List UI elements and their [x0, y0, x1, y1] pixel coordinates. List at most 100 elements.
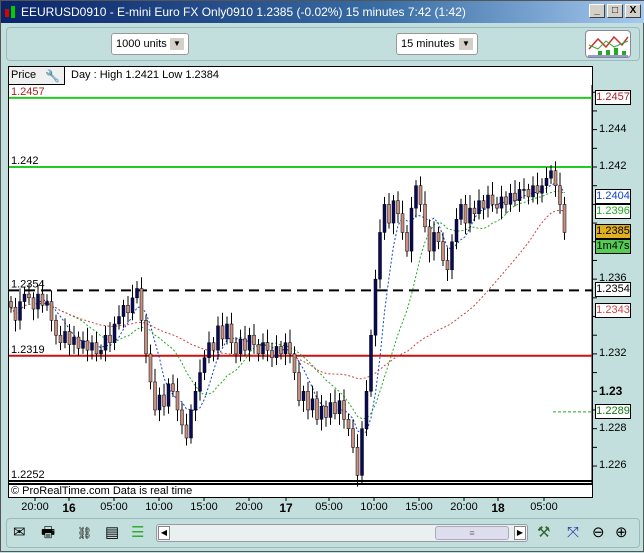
candle-body [526, 189, 531, 198]
price-marker-label: 1.2354 [595, 282, 631, 298]
candle-body [144, 320, 148, 355]
candle-body [103, 334, 108, 351]
time-axis-label: 05:00 [315, 501, 343, 513]
chart-settings-icon[interactable]: ⚒ [537, 524, 550, 542]
candle-body [531, 185, 535, 198]
candle-body [558, 185, 562, 205]
minimize-button[interactable]: _ [589, 4, 605, 18]
horizontal-line-label: 1.2354 [11, 278, 45, 290]
candle-body [22, 293, 27, 302]
horizontal-line-label: 1.2319 [11, 344, 45, 356]
price-marker-label: 1.2396 [595, 203, 631, 219]
candle-body [396, 200, 400, 214]
candle-body [153, 381, 157, 411]
price-marker-label: 1m47s [595, 239, 631, 255]
candle-body [9, 301, 13, 308]
candle-body [180, 409, 184, 426]
candle-body [58, 334, 63, 343]
candle-body [423, 204, 427, 228]
candle-body [351, 428, 355, 448]
zoom-out-icon[interactable]: ⊖ [592, 524, 605, 542]
close-button[interactable]: X [625, 4, 641, 18]
candle-body [162, 394, 166, 407]
candle-body [117, 316, 121, 325]
candle-body [225, 323, 229, 340]
horizontal-scrollbar[interactable]: ◀ ≡ ▶ [156, 524, 528, 542]
candle-body [315, 398, 319, 420]
candle-body [553, 170, 558, 186]
candle-body [468, 207, 472, 224]
candle-body [513, 192, 517, 201]
candle-body [108, 334, 112, 343]
candle-body [193, 391, 198, 411]
candle-body [427, 226, 432, 252]
candle-body [274, 346, 279, 358]
price-axis-label: 1.228 [599, 421, 627, 434]
candle-body [355, 447, 360, 476]
candle-body [364, 391, 369, 429]
candle-body [297, 372, 301, 401]
time-axis-label: 17 [279, 501, 293, 515]
candle-body [126, 305, 130, 314]
candle-body [463, 204, 468, 224]
horizontal-line-label: 1.2252 [11, 469, 45, 481]
candle-body [346, 419, 351, 429]
candle-body [292, 353, 297, 373]
candle-body [400, 213, 405, 233]
print-icon[interactable]: 🖶 [41, 524, 55, 542]
price-axis-label: 1.242 [599, 160, 627, 172]
scroll-left-button[interactable]: ◀ [158, 526, 170, 540]
candle-body [13, 306, 18, 321]
price-marker-label: 1.2457 [595, 89, 631, 105]
maximize-button[interactable]: □ [607, 4, 623, 18]
candle-body [81, 340, 85, 349]
link-icon[interactable]: ⛓ [77, 524, 92, 542]
price-axis-label: 1.226 [599, 459, 627, 472]
scroll-right-button[interactable]: ▶ [514, 526, 526, 540]
scroll-thumb[interactable]: ≡ [435, 526, 509, 540]
candle-body [409, 207, 414, 252]
price-marker-label: 1.2343 [595, 302, 631, 318]
zoom-in-icon[interactable]: ⊕ [615, 524, 628, 542]
candle-body [418, 185, 423, 205]
candle-body [265, 342, 270, 351]
candle-body [31, 297, 36, 310]
candle-body [301, 391, 306, 401]
candle-body [549, 170, 553, 179]
candle-body [432, 232, 436, 252]
price-marker-label: 1.2289 [595, 403, 631, 419]
candle-body [288, 342, 292, 355]
candle-body [504, 196, 508, 205]
candle-body [454, 219, 459, 243]
candle-body [535, 185, 540, 194]
candle-body [175, 391, 180, 411]
candle-body [310, 398, 315, 411]
price-marker-label: 1.2404 [595, 188, 631, 204]
mail-icon[interactable]: ✉ [13, 524, 26, 542]
auto-zoom-icon[interactable]: ⤧ [567, 524, 579, 542]
time-axis-label: 16 [62, 501, 76, 515]
candle-body [441, 241, 445, 261]
candle-body [414, 185, 418, 209]
candle-body [324, 405, 328, 418]
moving-average-green [10, 190, 565, 420]
candle-body [18, 301, 22, 321]
price-chart: 1.2457 1.242 1.2354 1.2319 1.2252 [9, 85, 597, 501]
report-icon[interactable]: ▤ [105, 524, 119, 542]
candle-body [342, 400, 346, 420]
horizontal-line-label: 1.2457 [11, 86, 45, 98]
candle-body [319, 405, 324, 420]
order-book-icon[interactable]: ☰ [131, 524, 144, 542]
candle-body [94, 342, 99, 355]
candle-body [112, 323, 117, 343]
candle-body [90, 342, 94, 351]
candle-body [247, 334, 252, 351]
time-axis-label: 10:00 [360, 501, 388, 513]
candle-body [157, 394, 162, 411]
candle-body [562, 204, 567, 233]
moving-average-blue [10, 182, 565, 434]
candle-body [148, 353, 153, 383]
candle-body [522, 189, 526, 191]
candle-body [40, 293, 45, 306]
candle-body [499, 196, 504, 209]
